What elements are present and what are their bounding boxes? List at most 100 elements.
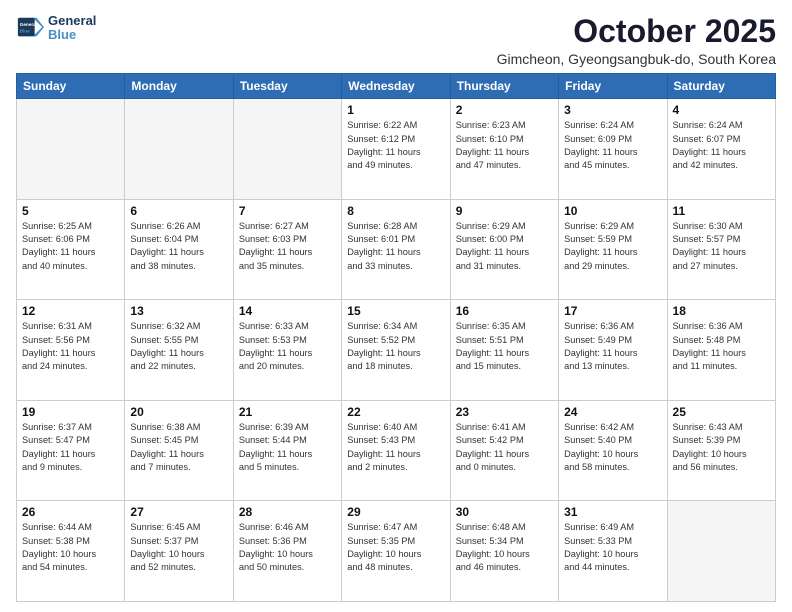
day-info: Sunrise: 6:36 AM Sunset: 5:49 PM Dayligh… bbox=[564, 320, 661, 373]
calendar-cell: 17 Sunrise: 6:36 AM Sunset: 5:49 PM Dayli… bbox=[559, 300, 667, 401]
header: General Blue General Blue October 2025 G… bbox=[16, 14, 776, 67]
day-info: Sunrise: 6:35 AM Sunset: 5:51 PM Dayligh… bbox=[456, 320, 553, 373]
day-number: 23 bbox=[456, 405, 553, 419]
svg-text:Blue: Blue bbox=[20, 29, 31, 34]
day-info: Sunrise: 6:23 AM Sunset: 6:10 PM Dayligh… bbox=[456, 119, 553, 172]
day-number: 12 bbox=[22, 304, 119, 318]
header-day-saturday: Saturday bbox=[667, 74, 775, 99]
day-info: Sunrise: 6:28 AM Sunset: 6:01 PM Dayligh… bbox=[347, 220, 444, 273]
day-number: 17 bbox=[564, 304, 661, 318]
calendar-cell bbox=[17, 99, 125, 200]
svg-text:General: General bbox=[20, 22, 37, 27]
calendar-cell: 4 Sunrise: 6:24 AM Sunset: 6:07 PM Daylig… bbox=[667, 99, 775, 200]
header-day-tuesday: Tuesday bbox=[233, 74, 341, 99]
day-number: 15 bbox=[347, 304, 444, 318]
day-number: 1 bbox=[347, 103, 444, 117]
calendar-cell: 21Sunrise: 6:39 AM Sunset: 5:44 PM Dayli… bbox=[233, 400, 341, 501]
calendar-cell: 20 Sunrise: 6:38 AM Sunset: 5:45 PM Dayli… bbox=[125, 400, 233, 501]
day-number: 21 bbox=[239, 405, 336, 419]
calendar-cell: 8 Sunrise: 6:28 AM Sunset: 6:01 PM Daylig… bbox=[342, 199, 450, 300]
day-number: 6 bbox=[130, 204, 227, 218]
week-row-2: 12 Sunrise: 6:31 AM Sunset: 5:56 PM Dayli… bbox=[17, 300, 776, 401]
day-info: Sunrise: 6:24 AM Sunset: 6:09 PM Dayligh… bbox=[564, 119, 661, 172]
calendar-cell bbox=[667, 501, 775, 602]
day-number: 27 bbox=[130, 505, 227, 519]
calendar-table: SundayMondayTuesdayWednesdayThursdayFrid… bbox=[16, 73, 776, 602]
week-row-1: 5Sunrise: 6:25 AM Sunset: 6:06 PM Daylig… bbox=[17, 199, 776, 300]
month-title: October 2025 bbox=[497, 14, 776, 49]
day-info: Sunrise: 6:22 AM Sunset: 6:12 PM Dayligh… bbox=[347, 119, 444, 172]
page: General Blue General Blue October 2025 G… bbox=[0, 0, 792, 612]
calendar-cell: 30 Sunrise: 6:48 AM Sunset: 5:34 PM Dayli… bbox=[450, 501, 558, 602]
day-info: Sunrise: 6:29 AM Sunset: 6:00 PM Dayligh… bbox=[456, 220, 553, 273]
calendar-cell bbox=[125, 99, 233, 200]
day-number: 13 bbox=[130, 304, 227, 318]
calendar-cell: 11 Sunrise: 6:30 AM Sunset: 5:57 PM Dayli… bbox=[667, 199, 775, 300]
calendar-cell: 14 Sunrise: 6:33 AM Sunset: 5:53 PM Dayli… bbox=[233, 300, 341, 401]
day-number: 26 bbox=[22, 505, 119, 519]
day-info: Sunrise: 6:49 AM Sunset: 5:33 PM Dayligh… bbox=[564, 521, 661, 574]
calendar-cell: 23 Sunrise: 6:41 AM Sunset: 5:42 PM Dayli… bbox=[450, 400, 558, 501]
day-number: 22 bbox=[347, 405, 444, 419]
day-number: 3 bbox=[564, 103, 661, 117]
day-info: Sunrise: 6:31 AM Sunset: 5:56 PM Dayligh… bbox=[22, 320, 119, 373]
day-info: Sunrise: 6:40 AM Sunset: 5:43 PM Dayligh… bbox=[347, 421, 444, 474]
calendar-cell: 31Sunrise: 6:49 AM Sunset: 5:33 PM Dayli… bbox=[559, 501, 667, 602]
day-info: Sunrise: 6:34 AM Sunset: 5:52 PM Dayligh… bbox=[347, 320, 444, 373]
day-info: Sunrise: 6:29 AM Sunset: 5:59 PM Dayligh… bbox=[564, 220, 661, 273]
calendar-cell: 7Sunrise: 6:27 AM Sunset: 6:03 PM Daylig… bbox=[233, 199, 341, 300]
calendar-cell: 26Sunrise: 6:44 AM Sunset: 5:38 PM Dayli… bbox=[17, 501, 125, 602]
logo-icon: General Blue bbox=[16, 14, 44, 42]
day-number: 7 bbox=[239, 204, 336, 218]
calendar-cell: 9Sunrise: 6:29 AM Sunset: 6:00 PM Daylig… bbox=[450, 199, 558, 300]
calendar-cell: 19Sunrise: 6:37 AM Sunset: 5:47 PM Dayli… bbox=[17, 400, 125, 501]
logo-text-blue: Blue bbox=[48, 28, 96, 42]
day-info: Sunrise: 6:48 AM Sunset: 5:34 PM Dayligh… bbox=[456, 521, 553, 574]
day-info: Sunrise: 6:45 AM Sunset: 5:37 PM Dayligh… bbox=[130, 521, 227, 574]
calendar-cell: 12 Sunrise: 6:31 AM Sunset: 5:56 PM Dayli… bbox=[17, 300, 125, 401]
calendar-cell: 13 Sunrise: 6:32 AM Sunset: 5:55 PM Dayli… bbox=[125, 300, 233, 401]
logo: General Blue General Blue bbox=[16, 14, 96, 43]
calendar-cell: 29Sunrise: 6:47 AM Sunset: 5:35 PM Dayli… bbox=[342, 501, 450, 602]
logo-text-general: General bbox=[48, 14, 96, 28]
calendar-cell: 27 Sunrise: 6:45 AM Sunset: 5:37 PM Dayli… bbox=[125, 501, 233, 602]
day-info: Sunrise: 6:37 AM Sunset: 5:47 PM Dayligh… bbox=[22, 421, 119, 474]
day-number: 11 bbox=[673, 204, 770, 218]
day-number: 29 bbox=[347, 505, 444, 519]
calendar-cell: 10 Sunrise: 6:29 AM Sunset: 5:59 PM Dayli… bbox=[559, 199, 667, 300]
calendar-cell bbox=[233, 99, 341, 200]
day-number: 10 bbox=[564, 204, 661, 218]
calendar-cell: 25Sunrise: 6:43 AM Sunset: 5:39 PM Dayli… bbox=[667, 400, 775, 501]
day-info: Sunrise: 6:32 AM Sunset: 5:55 PM Dayligh… bbox=[130, 320, 227, 373]
day-info: Sunrise: 6:33 AM Sunset: 5:53 PM Dayligh… bbox=[239, 320, 336, 373]
header-row: SundayMondayTuesdayWednesdayThursdayFrid… bbox=[17, 74, 776, 99]
calendar-cell: 6Sunrise: 6:26 AM Sunset: 6:04 PM Daylig… bbox=[125, 199, 233, 300]
day-info: Sunrise: 6:30 AM Sunset: 5:57 PM Dayligh… bbox=[673, 220, 770, 273]
day-number: 4 bbox=[673, 103, 770, 117]
day-info: Sunrise: 6:38 AM Sunset: 5:45 PM Dayligh… bbox=[130, 421, 227, 474]
day-number: 30 bbox=[456, 505, 553, 519]
day-info: Sunrise: 6:41 AM Sunset: 5:42 PM Dayligh… bbox=[456, 421, 553, 474]
header-day-thursday: Thursday bbox=[450, 74, 558, 99]
calendar-cell: 2 Sunrise: 6:23 AM Sunset: 6:10 PM Daylig… bbox=[450, 99, 558, 200]
day-number: 8 bbox=[347, 204, 444, 218]
day-number: 2 bbox=[456, 103, 553, 117]
calendar-cell: 5Sunrise: 6:25 AM Sunset: 6:06 PM Daylig… bbox=[17, 199, 125, 300]
day-number: 16 bbox=[456, 304, 553, 318]
week-row-4: 26Sunrise: 6:44 AM Sunset: 5:38 PM Dayli… bbox=[17, 501, 776, 602]
header-day-sunday: Sunday bbox=[17, 74, 125, 99]
day-info: Sunrise: 6:42 AM Sunset: 5:40 PM Dayligh… bbox=[564, 421, 661, 474]
day-info: Sunrise: 6:24 AM Sunset: 6:07 PM Dayligh… bbox=[673, 119, 770, 172]
week-row-0: 1 Sunrise: 6:22 AM Sunset: 6:12 PM Daylig… bbox=[17, 99, 776, 200]
header-day-friday: Friday bbox=[559, 74, 667, 99]
day-info: Sunrise: 6:46 AM Sunset: 5:36 PM Dayligh… bbox=[239, 521, 336, 574]
day-info: Sunrise: 6:25 AM Sunset: 6:06 PM Dayligh… bbox=[22, 220, 119, 273]
calendar-cell: 22 Sunrise: 6:40 AM Sunset: 5:43 PM Dayli… bbox=[342, 400, 450, 501]
header-day-wednesday: Wednesday bbox=[342, 74, 450, 99]
calendar-cell: 24 Sunrise: 6:42 AM Sunset: 5:40 PM Dayli… bbox=[559, 400, 667, 501]
calendar-cell: 16 Sunrise: 6:35 AM Sunset: 5:51 PM Dayli… bbox=[450, 300, 558, 401]
day-number: 24 bbox=[564, 405, 661, 419]
day-number: 20 bbox=[130, 405, 227, 419]
day-number: 14 bbox=[239, 304, 336, 318]
calendar-cell: 28Sunrise: 6:46 AM Sunset: 5:36 PM Dayli… bbox=[233, 501, 341, 602]
